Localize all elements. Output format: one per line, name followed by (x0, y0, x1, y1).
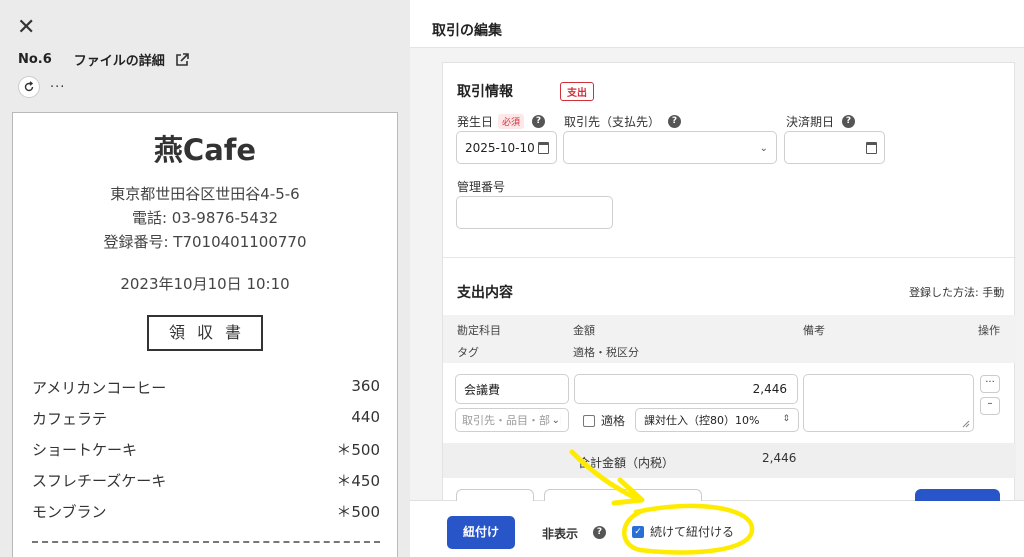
issue-date-value: 2025-10-10 (465, 140, 535, 155)
header-tag: タグ (457, 346, 479, 359)
more-options-button[interactable]: ··· (50, 80, 65, 95)
management-no-label: 管理番号 (457, 178, 505, 195)
due-date-field[interactable] (784, 131, 885, 164)
receipt-item: アメリカンコーヒー 360 (32, 377, 380, 398)
qualified-checkbox[interactable]: 適格 (583, 412, 625, 429)
help-icon[interactable]: ? (842, 115, 856, 128)
continue-checkbox[interactable]: ✓ 続けて紐付ける (632, 523, 734, 540)
row-menu-button[interactable]: ··· (980, 375, 1000, 393)
file-preview-pane: ✕ No.6 ファイルの詳細 ··· 燕Cafe 東京都世田谷区世田谷4-5-6… (0, 0, 410, 557)
receipt-item: スフレチーズケーキ ＊450 (32, 470, 380, 491)
receipt-title: 領収書 (147, 315, 263, 351)
rotate-icon (24, 81, 34, 92)
receipt-item-name: カフェラテ (32, 410, 108, 428)
receipt-item-price: 360 (351, 377, 380, 395)
receipt-registration: 登録番号: T7010401100770 (103, 233, 307, 251)
header-action: 操作 (978, 324, 1000, 337)
receipt-item-price: 440 (351, 408, 380, 426)
close-icon[interactable]: ✕ (17, 17, 39, 39)
resize-handle-icon[interactable] (962, 420, 970, 428)
page-title: 取引の編集 (432, 23, 502, 39)
hide-button[interactable]: 非表示 (542, 525, 578, 542)
receipt-item-price: ＊500 (336, 441, 380, 459)
expense-section-title: 支出内容 (457, 285, 513, 301)
file-details-link[interactable]: ファイルの詳細 (74, 50, 165, 69)
checkbox-checked-icon[interactable]: ✓ (632, 525, 644, 538)
transaction-edit-pane: 取引の編集 取引情報 支出 発生日 必須 ? 2025-10-10 取引先（支払… (410, 0, 1024, 557)
management-no-label-text: 管理番号 (457, 180, 506, 194)
header-memo: 備考 (803, 324, 825, 337)
file-header: No.6 ファイルの詳細 (18, 50, 189, 69)
header-amount: 金額 (573, 324, 595, 337)
section-divider (443, 257, 1016, 258)
receipt-item: モンブラン ＊500 (32, 501, 380, 522)
pane-header: 取引の編集 (410, 0, 1024, 48)
receipt-image: 燕Cafe 東京都世田谷区世田谷4-5-6 電話: 03-9876-5432 登… (12, 112, 398, 557)
receipt-item: ショートケーキ ＊500 (32, 439, 380, 460)
receipt-address: 東京都世田谷区世田谷4-5-6 (110, 185, 300, 203)
total-value: 2,446 (762, 451, 797, 465)
calendar-icon[interactable] (538, 141, 549, 154)
due-date-label-text: 決済期日 (786, 115, 835, 129)
help-icon[interactable]: ? (593, 526, 606, 539)
receipt-item-name: モンブラン (32, 503, 107, 521)
link-button[interactable]: 紐付け (447, 516, 515, 549)
tax-category-select[interactable]: 課対仕入（控80）10% ⇕ (635, 408, 799, 432)
partner-select[interactable]: ⌄ (563, 131, 777, 164)
amount-input[interactable]: 2,446 (574, 374, 798, 404)
issue-date-label: 発生日 必須 ? (457, 113, 546, 130)
hidden-primary-button[interactable] (915, 489, 1000, 501)
header-account: 勘定科目 (457, 324, 501, 337)
receipt-item-name: ショートケーキ (32, 441, 138, 459)
receipt-item-name: スフレチーズケーキ (32, 472, 167, 490)
total-row: 合計金額（内税） 2,446 (443, 443, 1016, 478)
registered-method: 登録した方法: 手動 (909, 286, 1005, 299)
remove-row-button[interactable]: – (980, 397, 1000, 415)
due-date-label: 決済期日 ? (786, 113, 856, 130)
calendar-icon[interactable] (866, 141, 877, 154)
tags-placeholder: 取引先・品目・部門 (462, 414, 561, 427)
tags-select[interactable]: 取引先・品目・部門 ⌄ (455, 408, 569, 432)
action-footer: 紐付け 非表示 ? ✓ 続けて紐付ける (410, 489, 1024, 557)
transaction-card: 取引情報 支出 発生日 必須 ? 2025-10-10 取引先（支払先） ? ⌄… (442, 62, 1016, 502)
updown-arrows-icon: ⇕ (782, 414, 790, 424)
expense-table-header: 勘定科目 金額 備考 操作 タグ 適格・税区分 (443, 315, 1016, 363)
issue-date-field[interactable]: 2025-10-10 (456, 131, 557, 164)
partner-label-text: 取引先（支払先） (564, 115, 661, 129)
issue-date-label-text: 発生日 (457, 115, 494, 129)
receipt-item-name: アメリカンコーヒー (32, 379, 167, 397)
continue-label: 続けて紐付ける (650, 525, 735, 539)
hidden-button[interactable] (456, 489, 534, 501)
required-badge: 必須 (498, 114, 525, 129)
partner-label: 取引先（支払先） ? (564, 113, 682, 130)
receipt-item: カフェラテ 440 (32, 408, 380, 429)
chevron-down-icon: ⌄ (549, 415, 560, 426)
file-number: No.6 (18, 52, 52, 67)
receipt-phone: 電話: 03-9876-5432 (131, 209, 279, 227)
management-no-input[interactable] (456, 196, 613, 229)
qualified-label: 適格 (601, 414, 626, 428)
receipt-item-price: ＊450 (336, 472, 380, 490)
preview-toolbar: ··· (18, 76, 65, 98)
transaction-info-title: 取引情報 (457, 84, 513, 100)
checkbox-icon[interactable] (583, 414, 595, 427)
receipt-divider (32, 541, 380, 543)
receipt-datetime: 2023年10月10日 10:10 (120, 275, 290, 293)
chevron-down-icon: ⌄ (759, 142, 768, 154)
header-tax: 適格・税区分 (573, 346, 639, 359)
memo-textarea[interactable] (803, 374, 974, 432)
help-icon[interactable]: ? (532, 115, 546, 128)
receipt-shop-name: 燕Cafe (153, 133, 257, 167)
hidden-button[interactable] (544, 489, 702, 501)
account-field[interactable]: 会議費 (455, 374, 569, 404)
receipt-item-price: ＊500 (336, 503, 380, 521)
account-value: 会議費 (464, 382, 501, 397)
tax-category-value: 課対仕入（控80）10% (644, 414, 760, 427)
rotate-button[interactable] (18, 76, 40, 98)
help-icon[interactable]: ? (668, 115, 682, 128)
external-link-icon[interactable] (175, 52, 189, 67)
type-badge: 支出 (560, 82, 594, 101)
total-label: 合計金額（内税） (578, 456, 675, 470)
amount-value: 2,446 (752, 382, 787, 396)
